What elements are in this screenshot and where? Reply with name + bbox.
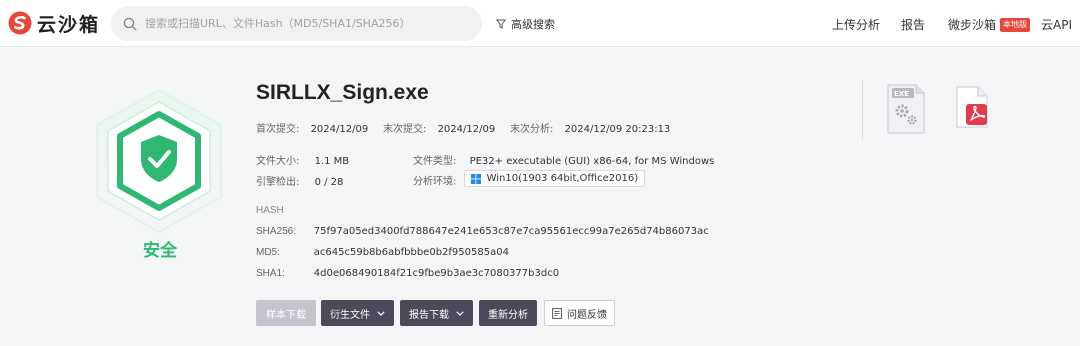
hash-heading: HASH xyxy=(256,205,284,216)
logo-icon xyxy=(8,11,32,35)
feedback-icon xyxy=(552,307,562,319)
sha1-value[interactable]: 4d0e068490184f21c9fbe9b3ae3c7080377b3dc0 xyxy=(314,268,559,279)
file-size-label: 文件大小: xyxy=(256,156,300,167)
sample-download-button[interactable]: 样本下载 xyxy=(256,300,316,326)
logo-text: 云沙箱 xyxy=(37,13,101,36)
first-submit-label: 首次提交: xyxy=(256,124,300,135)
first-submit-value: 2024/12/09 xyxy=(310,124,369,135)
exe-file-icon[interactable]: EXE xyxy=(886,84,926,134)
file-type-row: 文件类型: PE32+ executable (GUI) x86-64, for… xyxy=(413,152,714,167)
feedback-button[interactable]: 问题反馈 xyxy=(544,300,615,326)
search-input[interactable] xyxy=(145,17,465,30)
derived-files-button[interactable]: 衍生文件 xyxy=(321,300,394,326)
nav-cloud-api[interactable]: 云API xyxy=(1041,16,1072,33)
safe-shield-icon xyxy=(96,88,222,234)
sha1-row: SHA1: 4d0e068490184f21c9fbe9b3ae3c708037… xyxy=(256,268,559,279)
report-download-label: 报告下载 xyxy=(409,309,449,321)
first-submit-row: 首次提交: 2024/12/09 xyxy=(256,120,368,135)
last-submit-label: 末次提交: xyxy=(383,124,427,135)
nav-upload-analysis[interactable]: 上传分析 xyxy=(832,16,880,33)
sha1-label: SHA1: xyxy=(256,268,285,279)
logo[interactable]: 云沙箱 xyxy=(8,10,100,36)
vertical-divider xyxy=(862,80,863,140)
last-analysis-label: 末次分析: xyxy=(510,124,554,135)
analysis-env-tag: Win10(1903 64bit,Office2016) xyxy=(463,170,646,187)
last-submit-row: 末次提交: 2024/12/09 xyxy=(383,120,495,135)
reanalyze-button[interactable]: 重新分析 xyxy=(479,300,537,326)
md5-label: MD5: xyxy=(256,247,280,258)
pdf-file-icon[interactable] xyxy=(954,86,990,128)
advanced-search-button[interactable]: 高级搜索 xyxy=(496,16,555,32)
analysis-env-value: Win10(1903 64bit,Office2016) xyxy=(486,173,639,184)
sha256-label: SHA256: xyxy=(256,226,297,237)
file-size-value: 1.1 MB xyxy=(314,156,350,167)
reanalyze-label: 重新分析 xyxy=(488,309,528,321)
derived-files-label: 衍生文件 xyxy=(330,309,370,321)
last-analysis-value: 2024/12/09 20:23:13 xyxy=(564,124,671,135)
engine-detection-label: 引擎检出: xyxy=(256,177,300,188)
last-analysis-row: 末次分析: 2024/12/09 20:23:13 xyxy=(510,120,670,135)
report-download-button[interactable]: 报告下载 xyxy=(400,300,473,326)
md5-row: MD5: ac645c59b8b6abfbbbe0b2f950585a04 xyxy=(256,247,509,258)
chevron-down-icon xyxy=(377,310,385,316)
nav-report[interactable]: 报告 xyxy=(901,16,925,33)
sha256-value[interactable]: 75f97a05ed3400fd788647e241e653c87e7ca955… xyxy=(314,226,709,237)
analysis-env-row: 分析环境: Win10(1903 64bit,Office2016) xyxy=(413,170,646,188)
engine-detection-row: 引擎检出: 0 / 28 xyxy=(256,173,343,188)
advanced-search-label: 高级搜索 xyxy=(511,18,555,31)
file-type-label: 文件类型: xyxy=(413,156,457,167)
last-submit-value: 2024/12/09 xyxy=(437,124,496,135)
sample-download-label: 样本下载 xyxy=(266,309,306,321)
engine-detection-value: 0 / 28 xyxy=(314,177,344,188)
file-name: SIRLLX_Sign.exe xyxy=(256,81,429,104)
filter-icon xyxy=(496,19,506,29)
nav-wbsb-label: 微步沙箱 xyxy=(948,18,997,32)
feedback-label: 问题反馈 xyxy=(567,309,607,321)
exe-tag-text: EXE xyxy=(894,90,909,98)
file-size-row: 文件大小: 1.1 MB xyxy=(256,152,349,167)
windows-icon xyxy=(470,173,481,184)
search-bar[interactable] xyxy=(111,6,482,41)
analysis-env-label: 分析环境: xyxy=(413,176,457,188)
search-icon xyxy=(123,17,137,31)
md5-value[interactable]: ac645c59b8b6abfbbbe0b2f950585a04 xyxy=(314,247,509,258)
chevron-down-icon xyxy=(456,310,464,316)
nav-threatbook-sandbox[interactable]: 微步沙箱 本地版 xyxy=(948,16,1031,33)
file-type-value: PE32+ executable (GUI) x86-64, for MS Wi… xyxy=(469,156,715,167)
top-header: 云沙箱 高级搜索 上传分析 报告 微步沙箱 本地版 云API xyxy=(0,0,1080,47)
verdict-label: 安全 xyxy=(143,241,177,261)
sha256-row: SHA256: 75f97a05ed3400fd788647e241e653c8… xyxy=(256,226,709,237)
local-edition-badge: 本地版 xyxy=(1000,17,1031,32)
